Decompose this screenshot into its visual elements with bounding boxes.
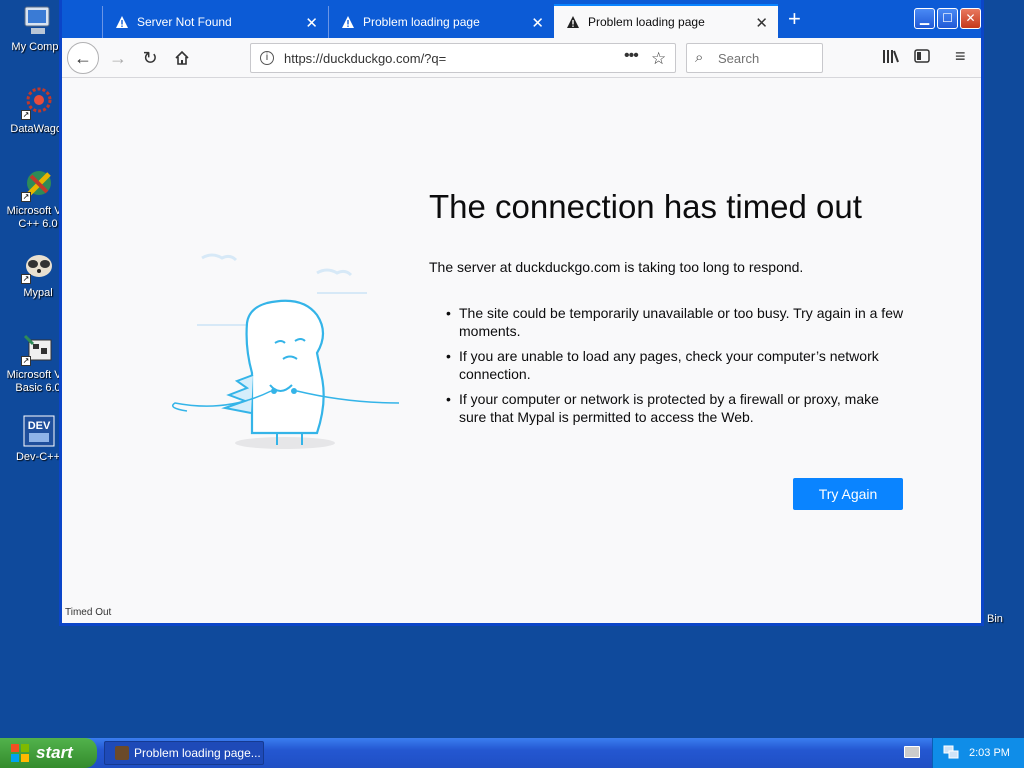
clock[interactable]: 2:03 PM bbox=[969, 747, 1010, 759]
library-icon[interactable] bbox=[882, 48, 900, 69]
search-icon: ⌕ bbox=[695, 49, 704, 66]
close-tab-icon[interactable]: ✕ bbox=[755, 14, 768, 32]
svg-text:DEV: DEV bbox=[28, 420, 51, 432]
reload-button[interactable]: ↻ bbox=[134, 42, 166, 74]
mypal-icon bbox=[115, 746, 129, 760]
tab-problem-loading-1[interactable]: Problem loading page ✕ bbox=[328, 6, 554, 38]
tab-bar: Server Not Found ✕ Problem loading page … bbox=[62, 0, 981, 38]
list-item-text: If you are unable to load any pages, che… bbox=[459, 348, 879, 382]
try-again-button[interactable]: Try Again bbox=[793, 478, 903, 510]
close-tab-icon[interactable]: ✕ bbox=[531, 14, 544, 32]
error-description: The server at duckduckgo.com is taking t… bbox=[429, 259, 804, 275]
search-input[interactable]: ⌕ Search bbox=[686, 43, 823, 73]
shortcut-arrow-icon: ↗ bbox=[21, 356, 31, 366]
bullet-icon: • bbox=[446, 305, 451, 321]
close-window-button[interactable]: ✕ bbox=[960, 8, 981, 29]
system-tray: 2:03 PM bbox=[932, 738, 1024, 768]
home-icon bbox=[175, 50, 189, 65]
search-placeholder: Search bbox=[718, 51, 760, 66]
tab-label: Problem loading page bbox=[588, 15, 705, 29]
tab-server-not-found[interactable]: Server Not Found ✕ bbox=[102, 6, 328, 38]
warning-icon bbox=[116, 16, 128, 28]
close-tab-icon[interactable]: ✕ bbox=[305, 14, 318, 32]
bullet-icon: • bbox=[446, 348, 451, 364]
shortcut-arrow-icon: ↗ bbox=[21, 192, 31, 202]
tab-problem-loading-active[interactable]: Problem loading page ✕ bbox=[554, 4, 778, 38]
sidebar-toggle-icon[interactable] bbox=[914, 48, 930, 69]
recycle-bin-label[interactable]: Bin bbox=[987, 613, 1003, 625]
mypal-icon: ↗ bbox=[21, 250, 55, 284]
maximize-button[interactable]: ☐ bbox=[937, 8, 958, 29]
status-text: Timed Out bbox=[65, 607, 112, 618]
visual-cpp-icon: ↗ bbox=[21, 168, 55, 202]
taskbar: start Problem loading page... 2:03 PM bbox=[0, 738, 1024, 768]
shortcut-arrow-icon: ↗ bbox=[21, 110, 31, 120]
list-item: • If you are unable to load any pages, ch… bbox=[446, 347, 906, 383]
nav-toolbar: ← → ↻ i https://duckduckgo.com/?q= ••• ☆… bbox=[62, 38, 981, 78]
new-tab-button[interactable]: + bbox=[788, 8, 801, 30]
home-button[interactable] bbox=[166, 42, 198, 74]
dev-cpp-icon: DEV bbox=[21, 414, 55, 448]
page-actions-icon[interactable]: ••• bbox=[624, 47, 639, 65]
windows-flag-icon bbox=[11, 744, 29, 762]
info-icon[interactable]: i bbox=[260, 51, 274, 65]
list-item-text: If your computer or network is protected… bbox=[459, 391, 879, 425]
url-bar[interactable]: i https://duckduckgo.com/?q= ••• ☆ bbox=[250, 43, 676, 73]
error-title: The connection has timed out bbox=[429, 188, 862, 225]
forward-button[interactable]: → bbox=[102, 42, 134, 74]
arrow-left-icon: ← bbox=[74, 48, 92, 68]
computer-icon bbox=[21, 4, 55, 38]
list-item: • The site could be temporarily unavailab… bbox=[446, 304, 906, 340]
tab-label: Server Not Found bbox=[137, 15, 232, 29]
list-item: • If your computer or network is protecte… bbox=[446, 390, 906, 426]
warning-icon bbox=[567, 16, 579, 28]
network-icon[interactable] bbox=[943, 745, 959, 759]
taskbar-item-browser[interactable]: Problem loading page... bbox=[104, 741, 264, 765]
visual-basic-icon: ↗ bbox=[21, 332, 55, 366]
bookmark-star-icon[interactable]: ☆ bbox=[651, 49, 666, 69]
error-page: The connection has timed out The server … bbox=[62, 78, 981, 622]
tab-label: Problem loading page bbox=[363, 15, 480, 29]
arrow-right-icon: → bbox=[109, 48, 127, 68]
hamburger-menu-icon[interactable]: ≡ bbox=[955, 46, 966, 67]
start-button[interactable]: start bbox=[0, 738, 97, 768]
dinosaur-illustration bbox=[167, 253, 402, 453]
reload-icon: ↻ bbox=[142, 48, 158, 68]
keyboard-icon[interactable] bbox=[904, 746, 920, 758]
list-item-text: The site could be temporarily unavailabl… bbox=[459, 305, 904, 339]
back-button[interactable]: ← bbox=[67, 42, 99, 74]
bullet-icon: • bbox=[446, 391, 451, 407]
start-label: start bbox=[36, 743, 73, 762]
minimize-button[interactable]: ▁ bbox=[914, 8, 935, 29]
warning-icon bbox=[342, 16, 354, 28]
url-text[interactable]: https://duckduckgo.com/?q= bbox=[284, 51, 446, 66]
shortcut-arrow-icon: ↗ bbox=[21, 274, 31, 284]
taskbar-item-label: Problem loading page... bbox=[134, 746, 261, 760]
browser-window: Server Not Found ✕ Problem loading page … bbox=[59, 0, 984, 626]
error-suggestions: • The site could be temporarily unavailab… bbox=[446, 304, 906, 433]
datawagon-icon: ↗ bbox=[21, 86, 55, 120]
